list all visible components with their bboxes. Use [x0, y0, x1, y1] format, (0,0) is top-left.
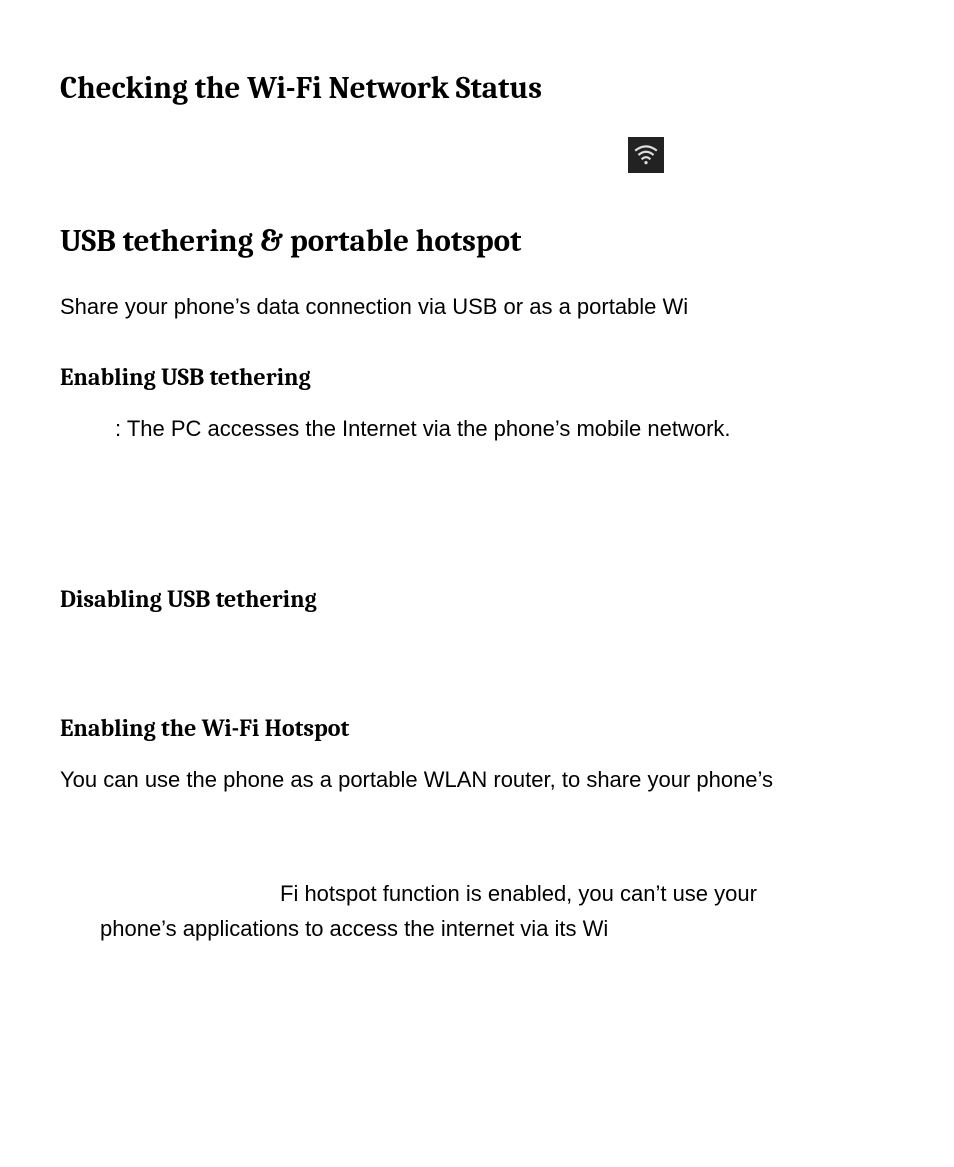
- note-line-2: phone’s applications to access the inter…: [100, 911, 894, 946]
- heading-wifi-status: Checking the Wi-Fi Network Status: [60, 70, 894, 107]
- heading-disabling-usb-tethering: Disabling USB tethering: [60, 585, 894, 614]
- note-line-1: Fi hotspot function is enabled, you can’…: [100, 876, 894, 911]
- tethering-intro-text: Share your phone’s data connection via U…: [60, 290, 894, 323]
- heading-usb-tethering-hotspot: USB tethering & portable hotspot: [60, 223, 894, 260]
- note-block: Fi hotspot function is enabled, you can’…: [60, 876, 894, 946]
- enabling-usb-tethering-body: : The PC accesses the Internet via the p…: [60, 412, 894, 445]
- enabling-wifi-hotspot-body: You can use the phone as a portable WLAN…: [60, 763, 894, 796]
- heading-enabling-usb-tethering: Enabling USB tethering: [60, 363, 894, 392]
- wifi-icon: [628, 137, 664, 173]
- wifi-icon-row: [60, 137, 894, 173]
- heading-enabling-wifi-hotspot: Enabling the Wi-Fi Hotspot: [60, 714, 894, 743]
